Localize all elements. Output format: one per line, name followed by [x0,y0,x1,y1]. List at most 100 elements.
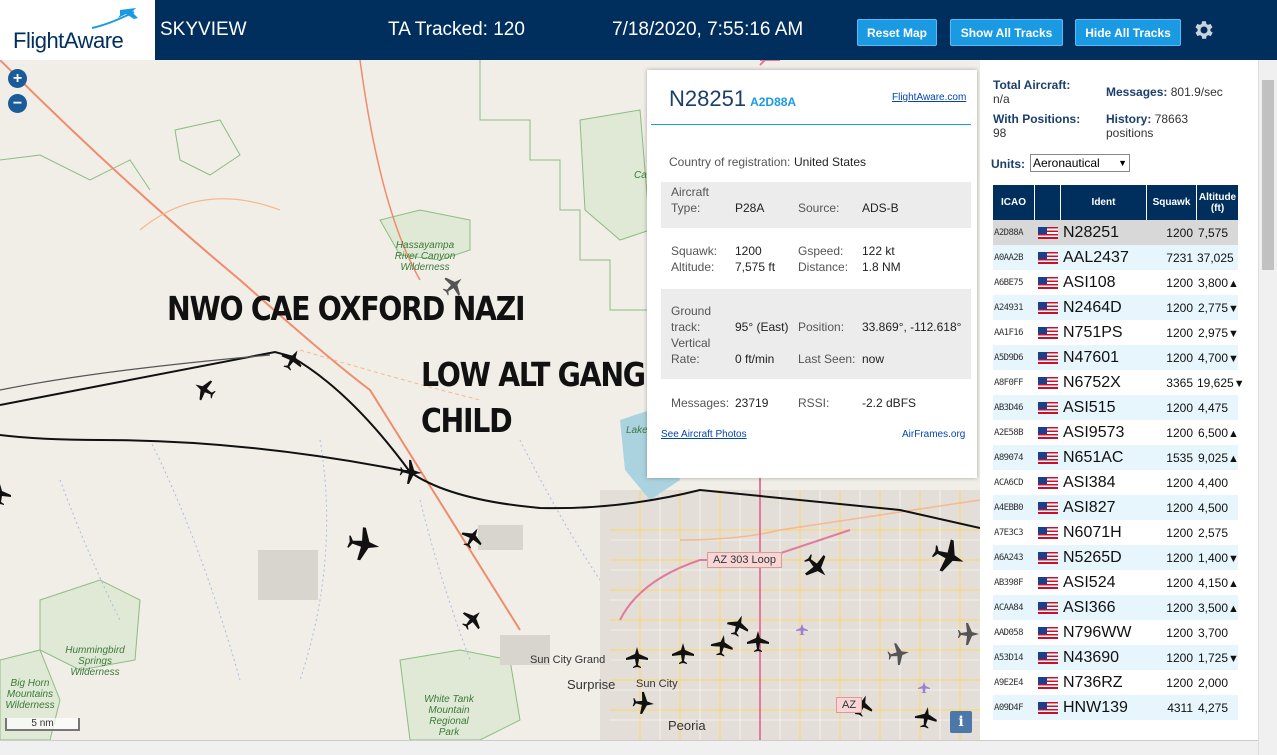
row-squawk: 1200 [1166,325,1193,340]
highway-60 [0,60,521,631]
row-ident: N6752X [1063,373,1121,391]
current-datetime: 7/18/2020, 7:55:16 AM [612,19,804,40]
row-altitude: 4,500 [1197,500,1228,515]
type-label-1: Aircraft [671,185,710,199]
map-scale: 5 nm [5,718,80,731]
row-squawk: 1200 [1166,625,1193,640]
chevron-down-icon: ▼ [1118,158,1127,168]
table-row[interactable]: A0AA2B AAL2437 7231 37,025 [993,245,1238,270]
bighorn-label: Big Horn Mountains Wilderness [5,678,55,711]
row-icao: A0AA2B [994,252,1024,263]
row-altitude: 3,800▲ [1197,275,1239,290]
row-flag [1035,701,1061,714]
scrollbar-thumb[interactable] [1262,80,1274,270]
table-row[interactable]: ACAA84 ASI366 1200 3,500▲ [993,595,1239,620]
zoom-out-button[interactable]: − [8,94,27,113]
row-squawk: 1200 [1166,475,1193,490]
table-row[interactable]: A53D14 N43690 1200 1,725▼ [993,645,1239,670]
table-row[interactable]: AA1F16 N751PS 1200 2,975▼ [993,320,1239,345]
row-flag [1035,626,1061,639]
row-altitude: 4,700▼ [1197,350,1239,365]
row-ident: N28251 [1063,223,1120,241]
row-ident: N6071H [1063,523,1122,541]
row-altitude: 2,000 [1197,675,1228,690]
messages-rate-label: Messages: [1106,85,1168,99]
table-row[interactable]: A2E58B ASI9573 1200 6,500▲ [993,420,1239,445]
popup-divider [651,124,971,125]
with-positions: With Positions: 98 [993,112,1080,140]
us-flag-icon [1038,351,1058,364]
row-altitude: 2,775▼ [1197,300,1239,315]
table-row[interactable]: AB3D46 ASI515 1200 4,475 [993,395,1238,420]
history: History: 78663 positions [1106,112,1216,140]
flightaware-link[interactable]: FlightAware.com [892,92,966,103]
row-icao: ACAA84 [994,602,1024,613]
table-row[interactable]: A4EBB0 ASI827 1200 4,500 [993,495,1238,520]
table-row[interactable]: A6A243 N5265D 1200 1,400▼ [993,545,1239,570]
aircraft-table: ICAO Ident Squawk Altitude (ft) A2D88A N2… [993,185,1245,720]
units-value: Aeronautical [1033,156,1100,170]
row-flag [1035,401,1061,414]
us-flag-icon [1038,451,1058,464]
row-icao: AB398F [994,577,1024,588]
table-row[interactable]: A5D9D6 N47601 1200 4,700▼ [993,345,1239,370]
zoom-in-button[interactable]: + [8,69,27,88]
show-all-tracks-button[interactable]: Show All Tracks [950,19,1063,46]
row-ident: ASI515 [1063,398,1116,416]
table-row[interactable]: A89074 N651AC 1535 9,025▲ [993,445,1239,470]
row-ident: ASI9573 [1063,423,1125,441]
us-flag-icon [1038,501,1058,514]
lastseen-label: Last Seen: [798,352,856,366]
table-row[interactable]: A7E3C3 N6071H 1200 2,575 [993,520,1238,545]
table-row[interactable]: A2D88A N28251 1200 7,575 [993,220,1238,245]
row-flag [1035,226,1061,239]
vrate-value: 0 ft/min [735,352,775,366]
aircraft-photos-link[interactable]: See Aircraft Photos [661,429,747,440]
us-flag-icon [1038,226,1058,239]
logo-text: FlightAware [13,28,124,53]
us-flag-icon [1038,551,1058,564]
us-flag-icon [1038,426,1058,439]
reset-map-button[interactable]: Reset Map [857,19,937,46]
hassayampa-label: Hassayampa River Canyon Wilderness [394,240,456,273]
aircraft-marker [195,380,216,401]
gear-icon[interactable] [1192,18,1216,42]
table-row[interactable]: ACA6CD ASI384 1200 4,400 [993,470,1238,495]
row-flag [1035,376,1061,389]
col-icao[interactable]: ICAO [993,185,1035,220]
vrate-label-1: Vertical [671,336,711,350]
row-trend: ▼ [1233,377,1245,390]
row-altitude: 37,025 [1197,250,1234,265]
table-row[interactable]: AB398F ASI524 1200 4,150▲ [993,570,1239,595]
info-icon[interactable]: i [950,711,972,733]
us-flag-icon [1038,251,1058,264]
table-row[interactable]: A6BE75 ASI108 1200 3,800▲ [993,270,1239,295]
scrollbar[interactable] [1258,60,1277,755]
table-row[interactable]: AAD058 N796WW 1200 3,700 [993,620,1238,645]
table-row[interactable]: A9E2E4 N736RZ 1200 2,000 [993,670,1238,695]
airframes-link[interactable]: AirFrames.org [902,429,965,440]
logo[interactable]: FlightAware [0,0,155,60]
table-row[interactable]: A8F0FF N6752X 3365 19,625▼ [993,370,1245,395]
row-flag [1035,476,1061,489]
row-altitude: 4,400 [1197,475,1228,490]
col-ident[interactable]: Ident [1061,185,1147,220]
col-squawk[interactable]: Squawk [1147,185,1197,220]
col-flag[interactable] [1035,185,1061,220]
hide-all-tracks-button[interactable]: Hide All Tracks [1075,19,1181,46]
table-row[interactable]: A24931 N2464D 1200 2,775▼ [993,295,1239,320]
row-flag [1035,526,1061,539]
table-row[interactable]: A09D4F HNW139 4311 4,275 [993,695,1238,720]
col-altitude[interactable]: Altitude (ft) [1197,185,1238,220]
squawk-label: Squawk: [671,244,718,258]
total-aircraft: Total Aircraft: n/a [993,78,1070,106]
us-flag-icon [1038,276,1058,289]
row-icao: A6A243 [994,552,1024,563]
altitude-value: 7,575 ft [735,260,776,274]
row-flag [1035,301,1061,314]
units-select[interactable]: Aeronautical ▼ [1030,154,1130,172]
row-flag [1035,426,1061,439]
aircraft-marker [281,350,302,371]
city-sun-city: Sun City [636,678,678,690]
whitetank-label: White Tank Mountain Regional Park [424,694,474,738]
